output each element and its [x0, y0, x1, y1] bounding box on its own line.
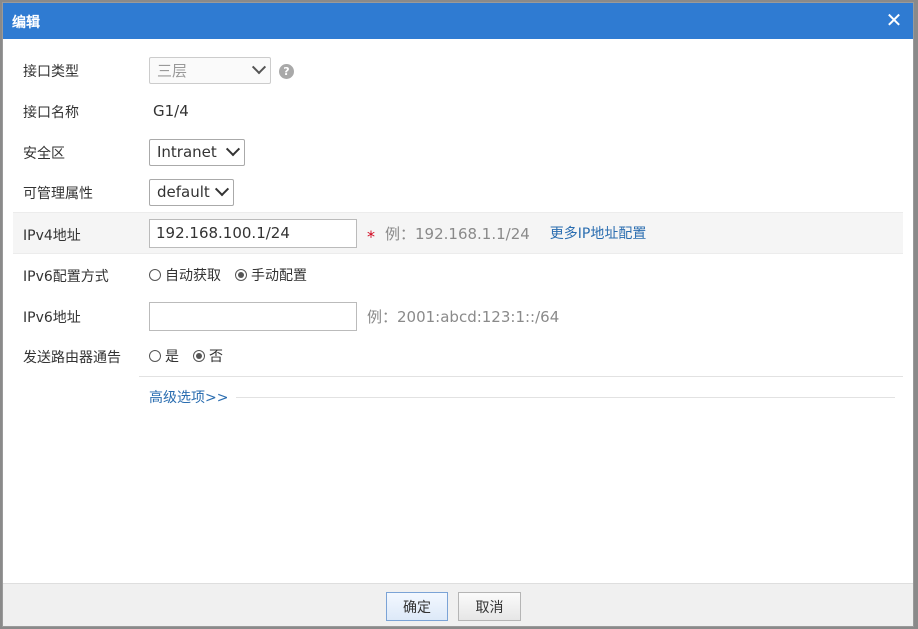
router-adv-yes-option[interactable]: 是: [149, 346, 179, 366]
ipv4-input[interactable]: 192.168.100.1/24: [149, 218, 357, 248]
ok-button[interactable]: 确定: [386, 592, 448, 621]
radio-no[interactable]: [193, 350, 205, 362]
advanced-options-link[interactable]: 高级选项>>: [149, 387, 228, 407]
edit-dialog: 编辑 ✕ 接口类型 三层 ? 接口名称 G1/4 安全区 Intranet 可管…: [2, 2, 914, 627]
mgmt-attr-label: 可管理属性: [23, 186, 93, 202]
row-ipv6: IPv6地址 例：2001:abcd:123:1::/64: [13, 295, 903, 337]
required-mark: *: [367, 226, 375, 246]
ipv6-mode-auto-option[interactable]: 自动获取: [149, 265, 221, 285]
ipv6-mode-manual-label: 手动配置: [251, 268, 307, 284]
router-adv-label: 发送路由器通告: [23, 350, 121, 366]
radio-yes[interactable]: [149, 350, 161, 362]
dialog-footer: 确定 取消: [3, 583, 913, 626]
security-zone-value: Intranet: [157, 143, 217, 161]
row-ipv6-mode: IPv6配置方式 自动获取 手动配置: [13, 254, 903, 296]
ipv4-hint: 例：192.168.1.1/24: [385, 224, 530, 243]
chevron-down-icon: [225, 142, 241, 157]
mgmt-attr-select[interactable]: default: [149, 178, 234, 206]
radio-manual[interactable]: [235, 269, 247, 281]
ipv6-hint: 例：2001:abcd:123:1::/64: [367, 307, 560, 326]
row-ipv4: IPv4地址 192.168.100.1/24 * 例：192.168.1.1/…: [13, 212, 903, 254]
ipv4-label: IPv4地址: [23, 228, 81, 244]
section-divider: [139, 376, 903, 377]
help-icon[interactable]: ?: [279, 63, 294, 79]
close-icon[interactable]: ✕: [883, 9, 905, 31]
row-router-adv: 发送路由器通告 是 否: [13, 335, 903, 377]
ipv6-mode-label: IPv6配置方式: [23, 269, 109, 285]
row-interface-type: 接口类型 三层 ?: [13, 49, 903, 91]
ipv6-mode-auto-label: 自动获取: [165, 268, 221, 284]
ipv6-mode-manual-option[interactable]: 手动配置: [235, 265, 307, 285]
row-mgmt-attr: 可管理属性 default: [13, 171, 903, 213]
row-interface-name: 接口名称 G1/4: [13, 90, 903, 132]
chevron-down-icon: [251, 60, 267, 75]
chevron-down-icon: [214, 182, 230, 197]
dialog-title: 编辑: [12, 15, 40, 31]
interface-name-label: 接口名称: [23, 105, 79, 121]
security-zone-label: 安全区: [23, 146, 65, 162]
ipv6-label: IPv6地址: [23, 310, 81, 326]
interface-type-select[interactable]: 三层: [149, 56, 271, 84]
more-ip-config-link[interactable]: 更多IP地址配置: [550, 223, 647, 243]
router-adv-yes-label: 是: [165, 349, 179, 365]
interface-name-value: G1/4: [153, 102, 189, 120]
advanced-options: 高级选项>>: [149, 387, 895, 407]
mgmt-attr-value: default: [157, 183, 210, 201]
cancel-button[interactable]: 取消: [458, 592, 521, 621]
radio-auto[interactable]: [149, 269, 161, 281]
dialog-titlebar: 编辑 ✕: [3, 3, 913, 39]
router-adv-no-option[interactable]: 否: [193, 346, 223, 366]
interface-type-label: 接口类型: [23, 64, 79, 80]
ipv6-input[interactable]: [149, 301, 357, 331]
advanced-divider: [236, 396, 895, 398]
row-security-zone: 安全区 Intranet: [13, 131, 903, 173]
router-adv-no-label: 否: [209, 349, 223, 365]
interface-type-value: 三层: [157, 61, 188, 80]
security-zone-select[interactable]: Intranet: [149, 138, 245, 166]
